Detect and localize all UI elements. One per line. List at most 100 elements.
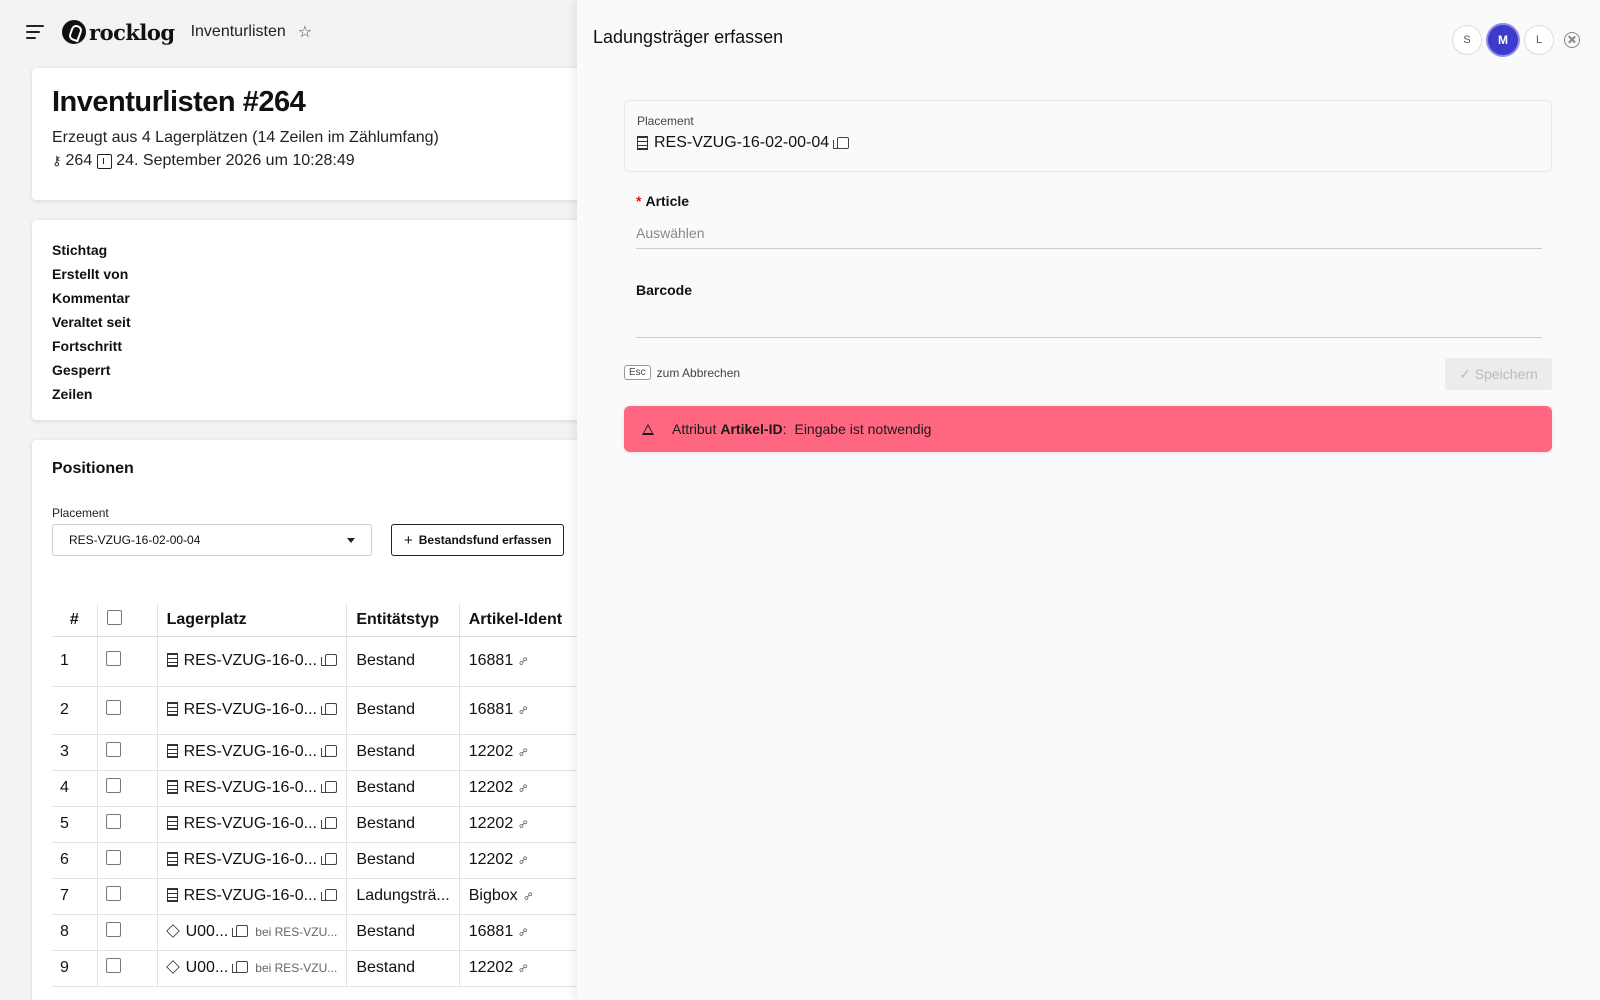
save-button[interactable]: ✓ Speichern — [1445, 358, 1552, 390]
link-icon[interactable]: ⚯ — [516, 853, 532, 868]
article-value[interactable]: 12202 — [469, 815, 514, 832]
article-value[interactable]: Bigbox — [469, 887, 518, 904]
row-checkbox[interactable] — [105, 700, 121, 715]
article-value[interactable]: 12202 — [469, 959, 514, 976]
entity-type-cell: Bestand — [346, 734, 460, 771]
link-icon[interactable]: ⚯ — [520, 889, 536, 904]
panel-title: Ladungsträger erfassen — [593, 27, 784, 47]
table-row[interactable]: 6 RES-VZUG-16-0... Bestand 12202 ⚯ — [52, 842, 580, 879]
location-value[interactable]: U00... — [186, 959, 229, 976]
menu-icon[interactable] — [26, 25, 44, 39]
article-value[interactable]: 16881 — [469, 923, 514, 940]
copy-icon[interactable] — [232, 925, 249, 937]
row-checkbox[interactable] — [105, 958, 121, 973]
article-value[interactable]: 16881 — [469, 652, 514, 669]
size-m-button[interactable]: M — [1486, 23, 1520, 57]
page-title: Inventurlisten #264 — [52, 86, 306, 118]
select-all-checkbox[interactable] — [106, 609, 122, 625]
size-l-button[interactable]: L — [1524, 25, 1554, 55]
link-icon[interactable]: ⚯ — [516, 781, 532, 796]
topbar: rocklog Inventurlisten ☆ — [0, 0, 580, 64]
copy-icon[interactable] — [320, 745, 337, 757]
table-row[interactable]: 9 U00... bei RES-VZU... Bestand 12202 ⚯ — [52, 950, 580, 987]
table-row[interactable]: 7 RES-VZUG-16-0... Ladungsträ... Bigbox ⚯ — [52, 878, 580, 915]
link-icon[interactable]: ⚯ — [516, 745, 532, 760]
column-header-number[interactable]: # — [52, 604, 98, 637]
link-icon[interactable]: ⚯ — [516, 817, 532, 832]
article-select[interactable]: Auswählen — [636, 217, 1542, 249]
article-field: * Article Auswählen — [636, 193, 1542, 249]
row-select-cell — [97, 878, 158, 915]
row-select-cell — [97, 686, 158, 735]
row-checkbox[interactable] — [105, 814, 121, 829]
copy-icon[interactable] — [320, 781, 337, 793]
row-select-cell — [97, 806, 158, 843]
breadcrumb[interactable]: Inventurlisten — [191, 23, 286, 41]
star-icon[interactable]: ☆ — [298, 22, 312, 42]
location-value[interactable]: RES-VZUG-16-0... — [184, 887, 317, 904]
size-s-button[interactable]: S — [1452, 25, 1482, 55]
location-value[interactable]: RES-VZUG-16-0... — [184, 779, 317, 796]
copy-icon[interactable] — [320, 853, 337, 865]
copy-icon[interactable] — [320, 817, 337, 829]
column-header-article[interactable]: Artikel-Ident — [459, 604, 580, 637]
copy-icon[interactable] — [833, 137, 850, 149]
logo[interactable]: rocklog — [62, 20, 175, 45]
esc-key: Esc — [624, 365, 651, 380]
row-select-cell — [97, 636, 158, 687]
close-icon[interactable] — [1564, 32, 1580, 48]
table-row[interactable]: 5 RES-VZUG-16-0... Bestand 12202 ⚯ — [52, 806, 580, 843]
alert-message: Eingabe ist notwendig — [794, 421, 932, 437]
location-cell: RES-VZUG-16-0... — [157, 770, 348, 807]
link-icon[interactable]: ⚯ — [516, 654, 532, 669]
link-icon[interactable]: ⚯ — [516, 961, 532, 976]
location-value[interactable]: RES-VZUG-16-0... — [184, 743, 317, 760]
article-value[interactable]: 12202 — [469, 743, 514, 760]
row-checkbox[interactable] — [105, 922, 121, 937]
column-header-entity-type[interactable]: Entitätstyp — [346, 604, 460, 637]
table-row[interactable]: 4 RES-VZUG-16-0... Bestand 12202 ⚯ — [52, 770, 580, 807]
article-cell: 12202 ⚯ — [459, 734, 580, 771]
row-number: 7 — [52, 878, 98, 915]
location-value[interactable]: RES-VZUG-16-0... — [184, 815, 317, 832]
location-value[interactable]: RES-VZUG-16-0... — [184, 652, 317, 669]
alert-prefix: Attribut — [672, 421, 717, 437]
location-cell: RES-VZUG-16-0... — [157, 842, 348, 879]
row-checkbox[interactable] — [105, 886, 121, 901]
copy-icon[interactable] — [232, 961, 249, 973]
column-header-location[interactable]: Lagerplatz — [157, 604, 348, 637]
table-row[interactable]: 3 RES-VZUG-16-0... Bestand 12202 ⚯ — [52, 734, 580, 771]
copy-icon[interactable] — [320, 654, 337, 666]
row-checkbox[interactable] — [105, 742, 121, 757]
shelf-icon — [166, 888, 178, 902]
link-icon[interactable]: ⚯ — [516, 925, 532, 940]
row-checkbox[interactable] — [105, 651, 121, 666]
table-row[interactable]: 8 U00... bei RES-VZU... Bestand 16881 ⚯ — [52, 914, 580, 951]
positions-table: # Lagerplatz Entitätstyp Artikel-Ident 1… — [52, 604, 580, 987]
barcode-input[interactable] — [636, 306, 1542, 338]
row-checkbox[interactable] — [105, 850, 121, 865]
table-row[interactable]: 1 RES-VZUG-16-0... Bestand 16881 ⚯ — [52, 636, 580, 687]
row-select-cell — [97, 950, 158, 987]
article-value[interactable]: 16881 — [469, 701, 514, 718]
shelf-icon — [166, 744, 178, 758]
location-value[interactable]: RES-VZUG-16-0... — [184, 701, 317, 718]
placement-value: RES-VZUG-16-02-00-04 — [654, 134, 830, 151]
location-value[interactable]: RES-VZUG-16-0... — [184, 851, 317, 868]
detail-label: Kommentar — [52, 290, 130, 306]
article-label: Article — [645, 193, 690, 209]
placement-filter-value: RES-VZUG-16-02-00-04 — [69, 533, 201, 547]
article-value[interactable]: 12202 — [469, 779, 514, 796]
placement-filter-select[interactable]: RES-VZUG-16-02-00-04 — [52, 524, 372, 556]
table-row[interactable]: 2 RES-VZUG-16-0... Bestand 16881 ⚯ — [52, 686, 580, 735]
copy-icon[interactable] — [320, 889, 337, 901]
key-icon: ⚷ — [52, 153, 62, 168]
article-value[interactable]: 12202 — [469, 851, 514, 868]
link-icon[interactable]: ⚯ — [516, 703, 532, 718]
location-value[interactable]: U00... — [186, 923, 229, 940]
add-stock-find-button[interactable]: + Bestandsfund erfassen — [391, 524, 565, 556]
validation-alert: Attribut Artikel-ID: Eingabe ist notwend… — [624, 406, 1552, 452]
row-checkbox[interactable] — [105, 778, 121, 793]
copy-icon[interactable] — [320, 703, 337, 715]
box-icon — [165, 960, 180, 974]
